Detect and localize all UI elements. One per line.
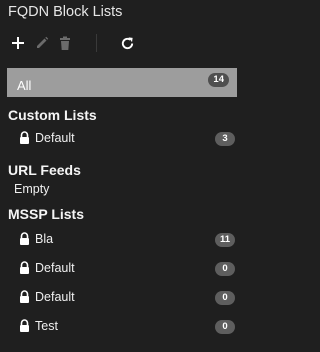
pencil-icon — [37, 36, 49, 48]
lock-icon — [20, 232, 29, 245]
lock-icon — [20, 261, 29, 274]
list-item-label: Default — [35, 261, 75, 275]
section-heading-mssp-lists: MSSP Lists — [8, 206, 84, 222]
toolbar — [8, 32, 238, 54]
toolbar-divider — [96, 34, 97, 52]
list-item[interactable]: Bla 11 — [0, 229, 244, 251]
list-item-label: All — [17, 77, 32, 93]
lock-icon — [20, 131, 29, 144]
list-item-all[interactable]: All 14 — [7, 68, 237, 97]
list-item[interactable]: Default 0 — [0, 287, 244, 309]
add-button[interactable] — [8, 32, 28, 54]
list-item[interactable]: Default 0 — [0, 258, 244, 280]
count-badge: 0 — [215, 262, 235, 276]
list-item[interactable]: Test 0 — [0, 316, 244, 338]
count-badge: 11 — [214, 233, 235, 247]
lock-icon — [20, 319, 29, 332]
empty-text: Empty — [14, 182, 50, 196]
refresh-button[interactable] — [117, 32, 137, 54]
section-heading-custom-lists: Custom Lists — [8, 107, 97, 123]
edit-button[interactable] — [32, 32, 52, 54]
delete-button[interactable] — [55, 32, 75, 54]
count-badge: 0 — [215, 291, 235, 305]
list-item-label: Test — [35, 319, 58, 333]
plus-icon — [12, 37, 24, 49]
count-badge: 3 — [215, 132, 235, 146]
list-item-label: Default — [35, 290, 75, 304]
count-badge: 14 — [208, 73, 229, 87]
lock-icon — [20, 290, 29, 303]
panel-title: FQDN Block Lists — [8, 4, 123, 20]
list-item-label: Default — [35, 131, 75, 145]
refresh-icon — [121, 36, 133, 49]
trash-icon — [60, 36, 70, 50]
list-item[interactable]: Default 3 — [0, 128, 244, 150]
section-heading-url-feeds: URL Feeds — [8, 162, 81, 178]
list-item-label: Bla — [35, 232, 54, 246]
count-badge: 0 — [215, 320, 235, 334]
